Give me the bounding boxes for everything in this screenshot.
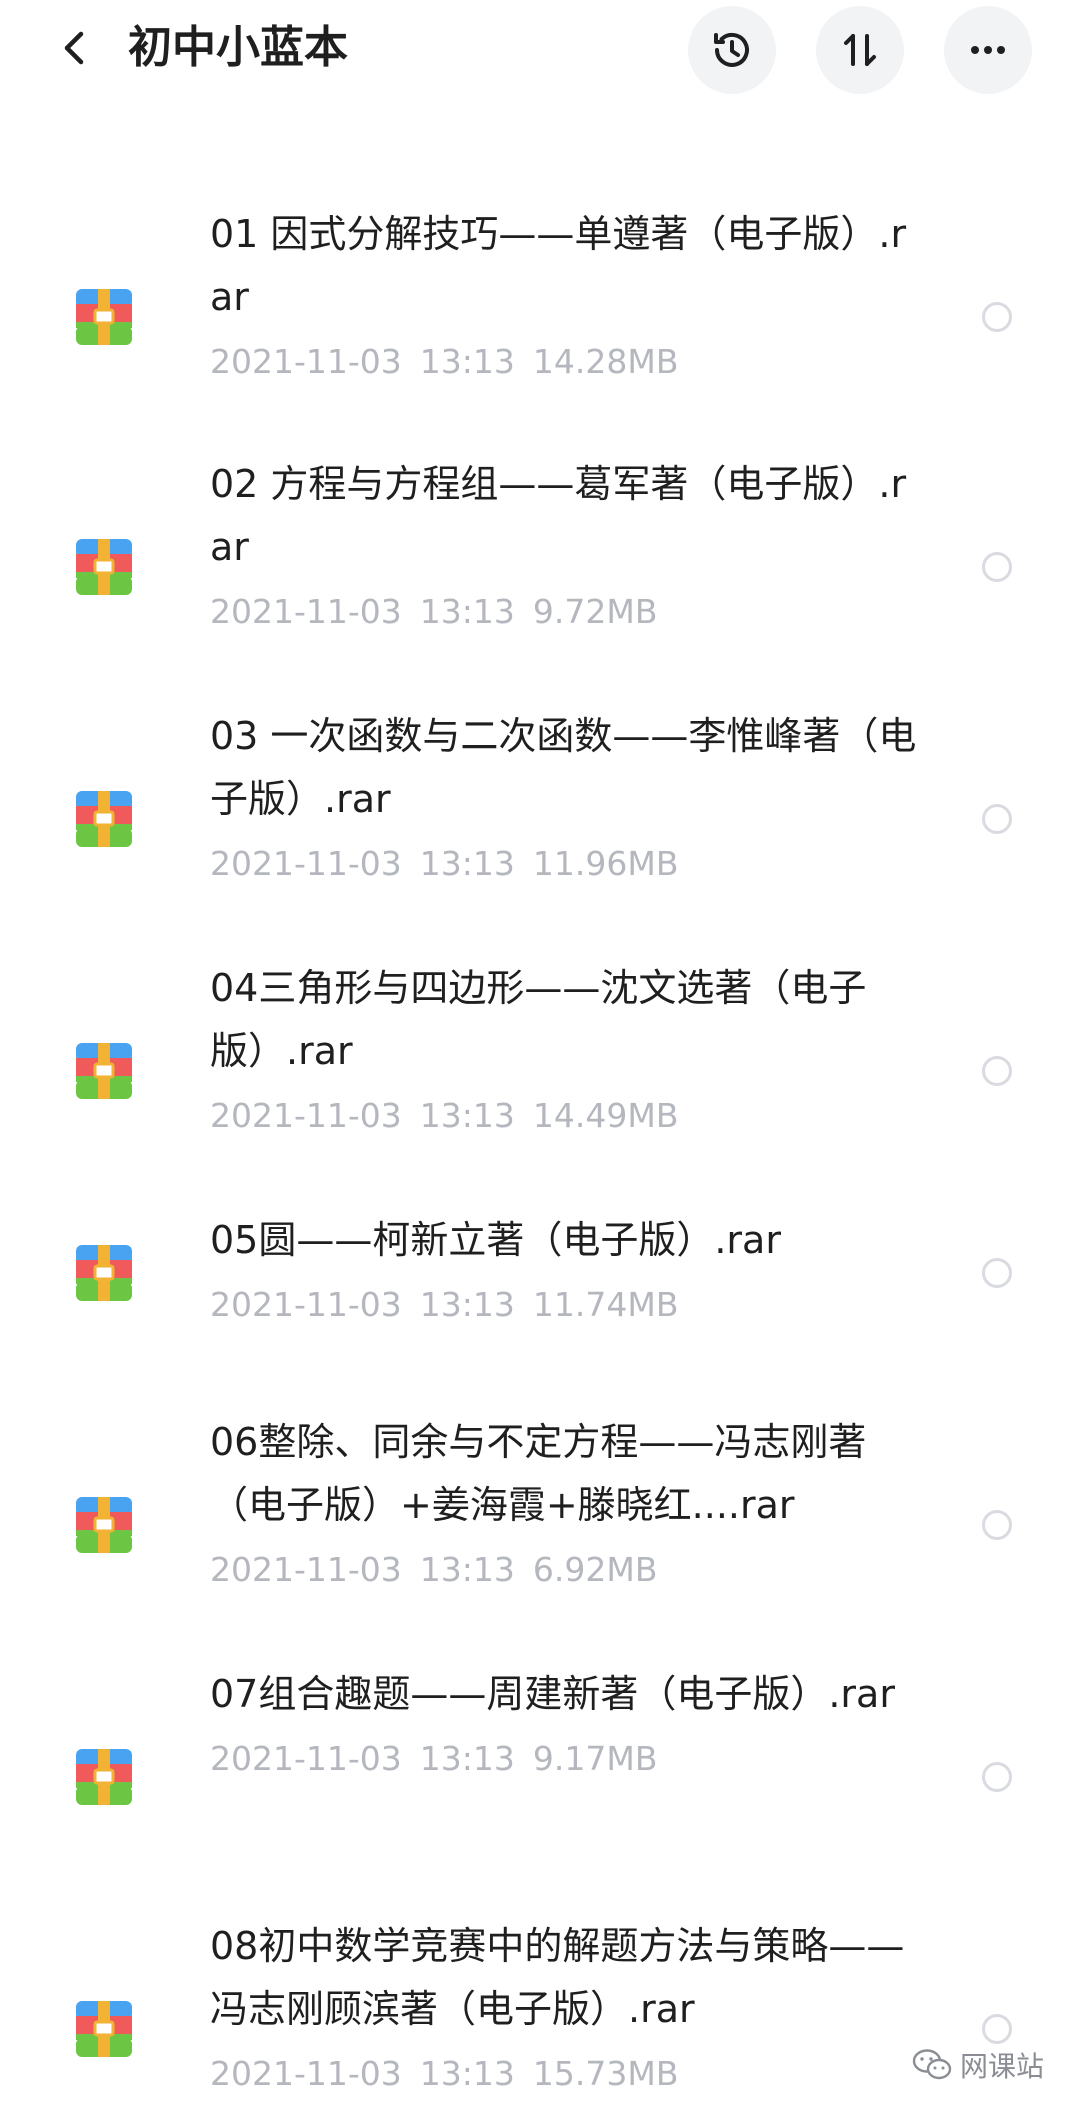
file-name: 05圆——柯新立著（电子版）.rar: [210, 1218, 781, 1262]
file-date: 2021-11-03: [210, 2054, 402, 2093]
watermark: 网课站: [912, 2045, 1044, 2085]
file-time: 13:13: [419, 2054, 515, 2093]
file-meta: 2021-11-03 13:13 11.96MB: [210, 834, 920, 894]
file-item[interactable]: 05圆——柯新立著（电子版）.rar 2021-11-03 13:13 11.74M…: [0, 1186, 1080, 1356]
file-item[interactable]: 06整除、同余与不定方程——冯志刚著（电子版）+姜海霞+滕晓红....rar 2…: [0, 1388, 1080, 1618]
file-size: 9.17MB: [532, 1739, 658, 1778]
file-meta: 2021-11-03 13:13 15.73MB: [210, 2044, 920, 2104]
file-time: 13:13: [419, 1285, 515, 1324]
file-name: 03 一次函数与二次函数——李惟峰著（电子版）.rar: [210, 714, 917, 821]
more-button[interactable]: [944, 6, 1032, 94]
app-header: 初中小蓝本: [0, 0, 1080, 100]
archive-file-icon: [76, 1245, 132, 1301]
select-checkbox[interactable]: [982, 804, 1012, 834]
file-item[interactable]: 04三角形与四边形——沈文选著（电子版）.rar 2021-11-03 13:13…: [0, 934, 1080, 1164]
select-checkbox[interactable]: [982, 1258, 1012, 1288]
history-icon: [714, 32, 749, 67]
file-meta: 2021-11-03 13:13 14.49MB: [210, 1086, 920, 1146]
chevron-left-icon: [64, 31, 84, 65]
archive-file-icon: [76, 1043, 132, 1099]
select-checkbox[interactable]: [982, 1056, 1012, 1086]
archive-file-icon: [76, 791, 132, 847]
file-meta: 2021-11-03 13:13 6.92MB: [210, 1540, 920, 1600]
file-size: 14.28MB: [532, 342, 679, 381]
file-meta: 2021-11-03 13:13 9.17MB: [210, 1729, 920, 1789]
file-name: 04三角形与四边形——沈文选著（电子版）.rar: [210, 966, 867, 1073]
archive-file-icon: [76, 539, 132, 595]
select-checkbox[interactable]: [982, 1762, 1012, 1792]
watermark-text: 网课站: [960, 2050, 1045, 2083]
wechat-icon: [912, 2049, 952, 2080]
select-checkbox[interactable]: [982, 552, 1012, 582]
file-item[interactable]: 08初中数学竞赛中的解题方法与策略——冯志刚顾滨著（电子版）.rar 2021-…: [0, 1892, 1080, 2122]
page-title: 初中小蓝本: [128, 22, 348, 73]
file-time: 13:13: [419, 1550, 515, 1589]
file-time: 13:13: [419, 844, 515, 883]
select-checkbox[interactable]: [982, 1510, 1012, 1540]
file-date: 2021-11-03: [210, 342, 402, 381]
file-date: 2021-11-03: [210, 592, 402, 631]
archive-file-icon: [76, 1749, 132, 1805]
file-meta: 2021-11-03 13:13 11.74MB: [210, 1275, 920, 1335]
file-time: 13:13: [419, 1739, 515, 1778]
file-name: 02 方程与方程组——葛军著（电子版）.rar: [210, 462, 907, 569]
history-button[interactable]: [688, 6, 776, 94]
file-name: 08初中数学竞赛中的解题方法与策略——冯志刚顾滨著（电子版）.rar: [210, 1924, 905, 2031]
archive-file-icon: [76, 289, 132, 345]
sort-icon: [844, 34, 876, 66]
file-time: 13:13: [419, 1096, 515, 1135]
file-item[interactable]: 01 因式分解技巧——单遵著（电子版）.rar 2021-11-03 13:13 1…: [0, 180, 1080, 410]
file-date: 2021-11-03: [210, 844, 402, 883]
file-time: 13:13: [419, 592, 515, 631]
back-button[interactable]: [44, 18, 104, 78]
file-size: 14.49MB: [532, 1096, 679, 1135]
file-name: 06整除、同余与不定方程——冯志刚著（电子版）+姜海霞+滕晓红....rar: [210, 1420, 867, 1527]
file-size: 6.92MB: [532, 1550, 658, 1589]
file-size: 11.74MB: [532, 1285, 679, 1324]
file-date: 2021-11-03: [210, 1550, 402, 1589]
archive-file-icon: [76, 1497, 132, 1553]
file-size: 15.73MB: [532, 2054, 679, 2093]
file-date: 2021-11-03: [210, 1096, 402, 1135]
sort-button[interactable]: [816, 6, 904, 94]
file-meta: 2021-11-03 13:13 9.72MB: [210, 582, 920, 642]
select-checkbox[interactable]: [982, 2014, 1012, 2044]
file-time: 13:13: [419, 342, 515, 381]
file-size: 11.96MB: [532, 844, 679, 883]
file-date: 2021-11-03: [210, 1285, 402, 1324]
file-item[interactable]: 02 方程与方程组——葛军著（电子版）.rar 2021-11-03 13:13 9…: [0, 430, 1080, 660]
file-size: 9.72MB: [532, 592, 658, 631]
archive-file-icon: [76, 2001, 132, 2057]
file-item[interactable]: 03 一次函数与二次函数——李惟峰著（电子版）.rar 2021-11-03 13…: [0, 682, 1080, 912]
file-item[interactable]: 07组合趣题——周建新著（电子版）.rar 2021-11-03 13:13 9.1…: [0, 1640, 1080, 1870]
file-name: 01 因式分解技巧——单遵著（电子版）.rar: [210, 212, 907, 319]
file-meta: 2021-11-03 13:13 14.28MB: [210, 332, 920, 392]
more-icon: [971, 46, 1005, 54]
file-date: 2021-11-03: [210, 1739, 402, 1778]
file-name: 07组合趣题——周建新著（电子版）.rar: [210, 1672, 895, 1716]
select-checkbox[interactable]: [982, 302, 1012, 332]
